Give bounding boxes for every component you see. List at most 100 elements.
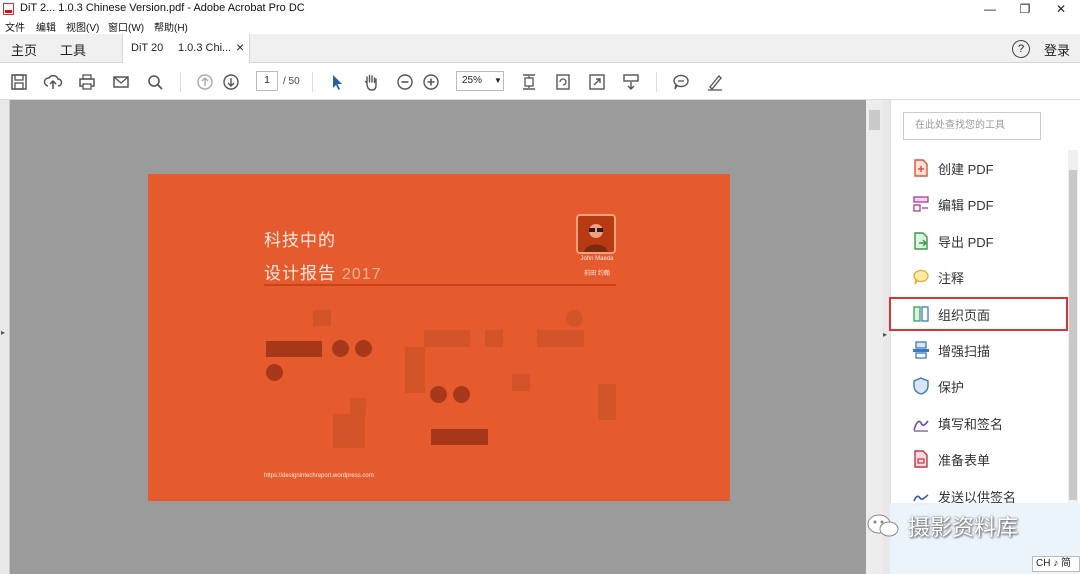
scan-icon [910,339,932,361]
left-panel-toggle[interactable]: ▸ [0,100,10,574]
edit-pdf-icon [910,193,932,215]
tool-comment[interactable]: 注释 [903,260,1063,294]
fullscreen-icon[interactable] [586,71,608,93]
tab-document[interactable]: DiT 20 1.0.3 Chi... × [122,34,250,63]
toolbar-divider [656,72,657,92]
tool-label: 注释 [938,270,965,286]
right-panel-toggle[interactable]: ▸ [883,100,890,574]
page-number-input[interactable]: 1 [256,71,278,91]
page-divider [264,284,616,286]
selected-tool-highlight [889,297,1068,331]
fill-sign-icon [910,412,932,434]
tool-prepare-form[interactable]: 准备表单 [903,442,1063,476]
tool-label: 增强扫描 [938,343,991,359]
document-scrollbar[interactable] [866,100,883,574]
page-year: 2017 [342,266,382,283]
save-icon[interactable] [8,71,30,93]
decor-block [485,330,503,347]
tool-fill-sign[interactable]: 填写和签名 [903,406,1063,440]
decor-block [313,310,331,326]
search-icon[interactable] [144,71,166,93]
title-bar: DiT 2... 1.0.3 Chinese Version.pdf - Ado… [0,0,1080,18]
close-window-button[interactable]: ✕ [1046,0,1076,18]
tool-export-pdf[interactable]: 导出 PDF [903,224,1063,258]
tools-pane-scrollbar-thumb[interactable] [1069,170,1077,500]
decor-block [431,429,488,445]
zoom-in-icon[interactable] [420,71,442,93]
zoom-level-select[interactable]: 25% ▼ [456,71,504,91]
menu-bar: 文件 编辑 视图(V) 窗口(W) 帮助(H) [0,18,1080,34]
tool-create-pdf[interactable]: 创建 PDF [903,151,1063,185]
menu-file[interactable]: 文件 [5,19,25,34]
acrobat-app-icon [3,3,14,15]
page-heading-2-text: 设计报告 [264,264,336,283]
decor-block [333,414,365,448]
scroll-mode-icon[interactable] [620,71,642,93]
toolbar-divider [312,72,313,92]
decor-block [537,330,584,347]
tool-search-input[interactable]: 在此处查找您的工具 [903,112,1041,140]
page-down-icon[interactable] [220,71,242,93]
page-total: / 50 [283,76,300,87]
tab-doc-title-2: 1.0.3 Chi... [178,42,232,54]
hand-icon[interactable] [360,71,382,93]
menu-view[interactable]: 视图(V) [66,19,99,34]
print-icon[interactable] [76,71,98,93]
toolbar: 1 / 50 25% ▼ [0,63,1080,100]
close-tab-icon[interactable]: × [236,39,244,55]
protect-icon [910,375,932,397]
rotate-icon[interactable] [552,71,574,93]
toolbar-divider [180,72,181,92]
tool-enhance-scan[interactable]: 增强扫描 [903,333,1063,367]
select-cursor-icon[interactable] [326,71,348,93]
fit-page-icon[interactable] [518,71,540,93]
tab-doc-title-1: DiT 20 [131,42,164,54]
ime-indicator[interactable]: CH ♪ 简 [1032,556,1080,572]
decor-block [512,374,530,391]
minimize-button[interactable]: — [975,0,1005,18]
window-title: DiT 2... 1.0.3 Chinese Version.pdf - Ado… [20,2,305,14]
tool-label: 准备表单 [938,452,991,468]
decor-block [350,398,366,415]
tool-edit-pdf[interactable]: 编辑 PDF [903,187,1063,221]
tool-label: 保护 [938,379,965,395]
decor-dot [332,340,349,357]
login-link[interactable]: 登录 [1044,40,1070,59]
zoom-out-icon[interactable] [394,71,416,93]
watermark-text: 摄影资料库 [908,515,1019,540]
tool-label: 创建 PDF [938,161,994,177]
page-url: https://designintechreport.wordpress.com [264,473,374,479]
menu-window[interactable]: 窗口(W) [108,19,144,34]
page-heading-2: 设计报告 2017 [264,259,382,284]
export-pdf-icon [910,230,932,252]
pdf-page: 科技中的 设计报告 2017 John Maeda 前田 约翰 https://d… [148,174,730,501]
zoom-value: 25% [462,75,483,86]
comment-icon[interactable] [670,71,692,93]
decor-dot [355,340,372,357]
tool-label: 导出 PDF [938,234,994,250]
author-name: John Maeda [580,256,614,262]
sign-icon[interactable] [704,71,726,93]
decor-block [424,330,470,347]
decor-dot [266,364,283,381]
upload-icon[interactable] [42,71,64,93]
wechat-logo-icon [866,512,900,540]
decor-block [405,347,425,393]
prepare-form-icon [910,448,932,470]
mail-icon[interactable] [110,71,132,93]
decor-block [266,341,322,357]
menu-help[interactable]: 帮助(H) [154,19,188,34]
tool-protect[interactable]: 保护 [903,369,1063,403]
scrollbar-thumb[interactable] [869,110,880,130]
tab-home[interactable]: 主页 [11,40,37,59]
page-up-icon[interactable] [194,71,216,93]
tab-bar: 主页 工具 DiT 20 1.0.3 Chi... × ? 登录 [0,34,1080,63]
author-name-cn: 前田 约翰 [584,271,610,277]
tab-tools[interactable]: 工具 [60,40,86,59]
comment-icon [910,266,932,288]
help-icon[interactable]: ? [1012,40,1030,58]
avatar [576,214,616,254]
menu-edit[interactable]: 编辑 [36,19,56,34]
chevron-down-icon: ▼ [494,76,502,85]
maximize-button[interactable]: ❐ [1010,0,1040,18]
